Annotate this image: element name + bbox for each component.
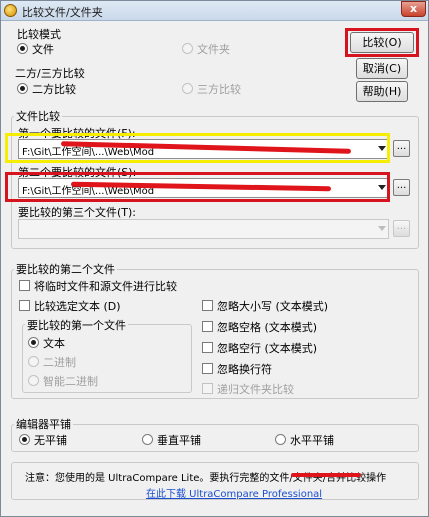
- compare-dialog: 比较文件/文件夹 x 比较模式 文件 文件夹 二方/三方比较 二方比较 三方比较…: [0, 0, 429, 517]
- checkbox-ignore-blank[interactable]: [202, 342, 213, 353]
- third-file-combo[interactable]: [18, 219, 389, 239]
- radio-type-binary-label: 二进制: [43, 356, 76, 369]
- radio-type-text-label: 文本: [43, 337, 65, 350]
- radio-mode-file[interactable]: [17, 43, 28, 54]
- checkbox-compare-selected[interactable]: [19, 300, 30, 311]
- checkbox-recurse-folders[interactable]: [202, 383, 213, 394]
- ignore-spaces-label: 忽略空格 (文本模式): [217, 321, 318, 334]
- first-file-type-label: 要比较的第一个文件: [25, 317, 128, 333]
- help-button[interactable]: 帮助(H): [356, 81, 408, 102]
- ignore-newline-label: 忽略换行符: [217, 363, 272, 376]
- radio-three-way-label: 三方比较: [197, 83, 241, 96]
- compare-selected-label: 比较选定文本 (D): [34, 300, 121, 313]
- radio-type-text[interactable]: [28, 337, 39, 348]
- chevron-down-icon[interactable]: [378, 226, 386, 231]
- ignore-blank-label: 忽略空行 (文本模式): [217, 342, 318, 355]
- checkbox-ignore-newline[interactable]: [202, 363, 213, 374]
- second-file-group-label: 要比较的第二个文件: [14, 261, 117, 277]
- third-file-label: 要比较的第三个文件(T):: [18, 206, 137, 219]
- recurse-folders-label: 递归文件夹比较: [217, 383, 294, 396]
- browse-first-button[interactable]: ...: [393, 140, 410, 157]
- radio-tile-horizontal[interactable]: [275, 434, 286, 445]
- ignore-case-label: 忽略大小写 (文本模式): [217, 300, 329, 313]
- radio-tile-none-label: 无平铺: [34, 434, 67, 447]
- radio-two-way-label: 二方比较: [32, 83, 76, 96]
- radio-mode-file-label: 文件: [32, 43, 54, 56]
- editor-tile-label: 编辑器平铺: [14, 416, 73, 432]
- redaction-notice: [291, 473, 361, 477]
- checkbox-temp-compare[interactable]: [19, 280, 30, 291]
- way-compare-label: 二方/三方比较: [15, 67, 85, 80]
- browse-third-button[interactable]: ...: [393, 220, 410, 237]
- radio-tile-horizontal-label: 水平平铺: [290, 434, 334, 447]
- close-button[interactable]: x: [401, 1, 426, 17]
- radio-tile-vertical[interactable]: [142, 434, 153, 445]
- radio-three-way[interactable]: [182, 83, 193, 94]
- radio-two-way[interactable]: [17, 83, 28, 94]
- download-link[interactable]: 在此下载 UltraCompare Professional: [146, 485, 322, 500]
- cancel-button[interactable]: 取消(C): [356, 58, 408, 79]
- radio-type-smart-binary-label: 智能二进制: [43, 375, 98, 388]
- temp-compare-label: 将临时文件和源文件进行比较: [34, 280, 177, 293]
- checkbox-ignore-case[interactable]: [202, 300, 213, 311]
- radio-tile-vertical-label: 垂直平铺: [157, 434, 201, 447]
- radio-mode-folder-label: 文件夹: [197, 43, 230, 56]
- title-bar: 比较文件/文件夹 x: [1, 1, 428, 21]
- radio-type-smart-binary[interactable]: [28, 375, 39, 386]
- window-title: 比较文件/文件夹: [22, 6, 103, 19]
- radio-tile-none[interactable]: [19, 434, 30, 445]
- file-compare-label: 文件比较: [14, 108, 62, 124]
- compare-mode-label: 比较模式: [15, 26, 63, 42]
- browse-second-button[interactable]: ...: [393, 179, 410, 196]
- app-icon: [4, 4, 17, 17]
- checkbox-ignore-spaces[interactable]: [202, 321, 213, 332]
- radio-mode-folder[interactable]: [182, 43, 193, 54]
- compare-button[interactable]: 比较(O): [350, 32, 414, 53]
- radio-type-binary[interactable]: [28, 356, 39, 367]
